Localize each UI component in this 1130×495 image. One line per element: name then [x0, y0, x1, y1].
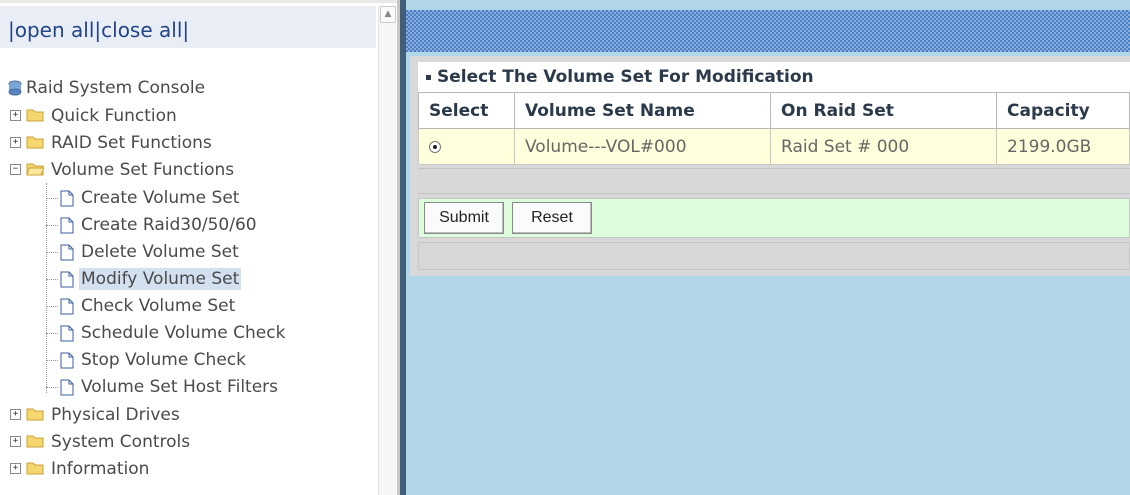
- column-header-select: Select: [418, 92, 515, 129]
- folder-icon: [26, 435, 44, 448]
- page-icon: [60, 217, 74, 234]
- tree-child-label: Create Volume Set: [81, 188, 240, 208]
- tree-item-label: Quick Function: [51, 106, 177, 126]
- page-icon: [60, 190, 74, 207]
- expand-plus-icon[interactable]: +: [10, 137, 21, 148]
- tree-child-label: Stop Volume Check: [81, 350, 246, 370]
- separator: |: [8, 18, 15, 42]
- tree-connector: [46, 183, 47, 393]
- volume-set-table: Select Volume Set Name On Raid Set Capac…: [418, 92, 1130, 165]
- submit-button[interactable]: Submit: [424, 202, 504, 234]
- expand-plus-icon[interactable]: +: [10, 463, 21, 474]
- tree-child-label: Schedule Volume Check: [81, 323, 286, 343]
- open-folder-icon: [26, 163, 44, 176]
- folder-icon: [26, 408, 44, 421]
- expand-plus-icon[interactable]: +: [10, 409, 21, 420]
- tree-item-label: Information: [51, 459, 150, 479]
- navigation-frame: |open all|close all| Raid System Console…: [0, 0, 398, 495]
- button-row: Submit Reset: [418, 198, 1130, 238]
- separator: |: [182, 18, 190, 42]
- open-close-bar: |open all|close all|: [0, 6, 376, 48]
- column-header-capacity: Capacity: [996, 92, 1130, 129]
- collapse-minus-icon[interactable]: −: [10, 164, 21, 175]
- database-icon: [8, 80, 22, 96]
- volume-set-name-cell: Volume---VOL#000: [514, 128, 771, 165]
- expand-plus-icon[interactable]: +: [10, 110, 21, 121]
- tree-child-label: Volume Set Host Filters: [81, 377, 279, 397]
- column-header-volume-set-name: Volume Set Name: [514, 92, 771, 129]
- scroll-up-arrow-icon[interactable]: ▲: [380, 6, 396, 23]
- panel-title: Select The Volume Set For Modification: [418, 62, 1130, 92]
- tree-child-label: Create Raid30/50/60: [81, 215, 257, 235]
- table-footer-row: [418, 168, 1130, 194]
- tree-child-label: Check Volume Set: [81, 296, 236, 316]
- page-icon: [60, 298, 74, 315]
- vertical-scrollbar[interactable]: ▲: [378, 6, 396, 495]
- open-all-link[interactable]: open all: [15, 18, 95, 42]
- page-icon: [60, 244, 74, 261]
- folder-icon: [26, 462, 44, 475]
- tree-root-label: Raid System Console: [26, 78, 206, 98]
- volume-select-radio[interactable]: [429, 140, 441, 153]
- header-pattern-bar: [406, 10, 1130, 52]
- expand-plus-icon[interactable]: +: [10, 436, 21, 447]
- page-icon: [60, 352, 74, 369]
- tree-item-label: RAID Set Functions: [51, 133, 212, 153]
- column-header-on-raid-set: On Raid Set: [770, 92, 997, 129]
- content-frame: Select The Volume Set For Modification S…: [406, 0, 1130, 495]
- tree-item-label: Physical Drives: [51, 405, 180, 425]
- tree-item-label: Volume Set Functions: [51, 160, 235, 180]
- folder-icon: [26, 136, 44, 149]
- select-cell: [418, 128, 515, 165]
- page-icon: [60, 271, 74, 288]
- bullet-icon: [426, 74, 431, 80]
- panel-title-text: Select The Volume Set For Modification: [437, 67, 814, 87]
- page-icon: [60, 379, 74, 396]
- reset-button[interactable]: Reset: [512, 202, 592, 234]
- panel-bottom-row: [418, 242, 1130, 270]
- tree-item-label: System Controls: [51, 432, 191, 452]
- close-all-link[interactable]: close all: [101, 18, 182, 42]
- table-row: Volume---VOL#000 Raid Set # 000 2199.0GB: [418, 128, 1130, 165]
- tree-child-label: Delete Volume Set: [81, 242, 239, 262]
- modify-volume-panel: Select The Volume Set For Modification S…: [410, 56, 1130, 276]
- folder-icon: [26, 109, 44, 122]
- table-header-row: Select Volume Set Name On Raid Set Capac…: [418, 92, 1130, 129]
- raid-set-cell: Raid Set # 000: [770, 128, 997, 165]
- tree-child-label-selected: Modify Volume Set: [79, 268, 242, 290]
- capacity-cell: 2199.0GB: [996, 128, 1130, 165]
- page-icon: [60, 325, 74, 342]
